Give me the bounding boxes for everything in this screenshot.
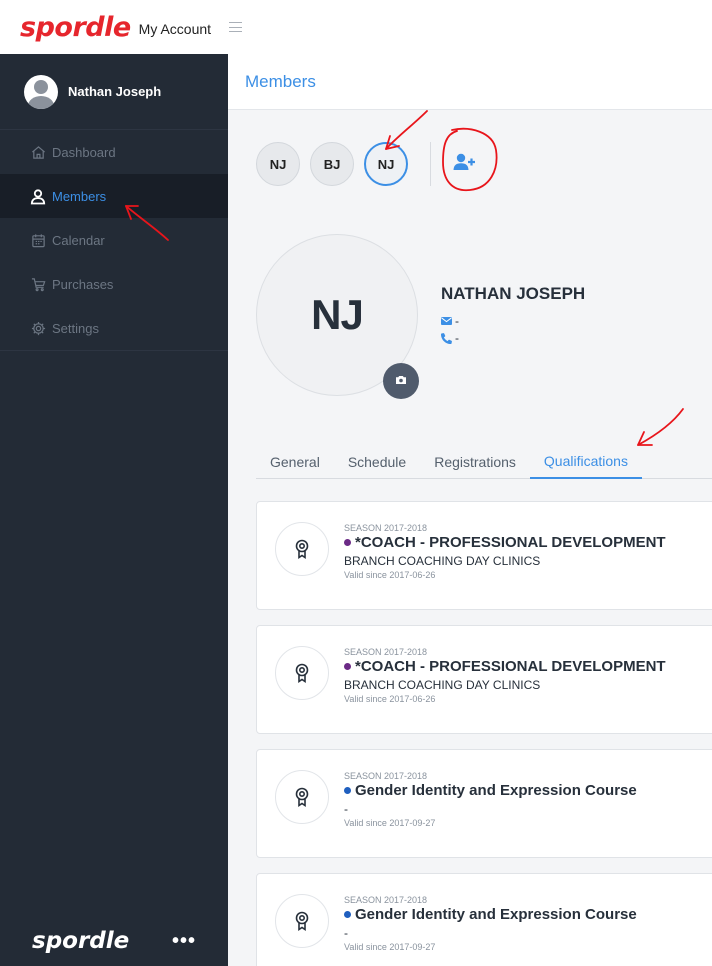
profile-email-value: -: [455, 314, 459, 328]
sidebar-user-name: Nathan Joseph: [68, 84, 162, 99]
sidebar-item-dashboard[interactable]: Dashboard: [0, 130, 228, 174]
more-options-icon[interactable]: •••: [172, 931, 196, 951]
qualification-details: SEASON 2017-2018 *COACH - PROFESSIONAL D…: [344, 523, 666, 580]
camera-icon: [395, 372, 407, 390]
category-dot: [344, 911, 351, 918]
add-member-button[interactable]: [443, 142, 487, 186]
qualification-card[interactable]: SEASON 2017-2018 *COACH - PROFESSIONAL D…: [256, 625, 712, 734]
sidebar-footer: spordle •••: [0, 916, 228, 966]
cart-icon: [30, 276, 46, 292]
home-icon: [30, 144, 46, 160]
qualification-details: SEASON 2017-2018 *COACH - PROFESSIONAL D…: [344, 647, 666, 704]
profile-initials: NJ: [311, 291, 364, 338]
award-icon: [275, 894, 329, 948]
category-dot: [344, 787, 351, 794]
qualification-season: SEASON 2017-2018: [344, 647, 428, 657]
sidebar-user-card[interactable]: Nathan Joseph: [0, 54, 228, 130]
qualification-title: Gender Identity and Expression Course: [344, 906, 637, 923]
app-title: My Account: [138, 20, 212, 37]
qualification-card[interactable]: SEASON 2017-2018 Gender Identity and Exp…: [256, 873, 712, 966]
user-icon: [30, 188, 46, 204]
category-dot: [344, 539, 351, 546]
award-icon: [275, 522, 329, 576]
category-dot: [344, 663, 351, 670]
qualifications-list: SEASON 2017-2018 *COACH - PROFESSIONAL D…: [256, 501, 712, 966]
member-switcher: NJ BJ NJ: [256, 142, 487, 186]
qualification-season: SEASON 2017-2018: [344, 895, 428, 905]
qualification-subtitle: BRANCH COACHING DAY CLINICS: [344, 554, 541, 568]
hamburger-menu-icon[interactable]: [229, 22, 243, 32]
tab-registrations[interactable]: Registrations: [420, 444, 530, 479]
avatar: [24, 74, 58, 109]
spordle-logo[interactable]: spordle: [20, 12, 131, 43]
qualification-valid-since: Valid since 2017-06-26: [344, 570, 436, 580]
profile-name: NATHAN JOSEPH: [441, 284, 586, 303]
gear-icon: [30, 320, 46, 336]
sidebar: Nathan Joseph Dashboard Members Calendar…: [0, 54, 228, 966]
sidebar-nav: Dashboard Members Calendar Purchases Set…: [0, 130, 228, 351]
profile-phone: -: [441, 331, 459, 345]
change-photo-button[interactable]: [383, 363, 419, 399]
tab-qualifications[interactable]: Qualifications: [529, 444, 642, 479]
qualification-details: SEASON 2017-2018 Gender Identity and Exp…: [344, 895, 637, 952]
page-title: Members: [245, 71, 316, 91]
profile-tabs: General Schedule Registrations Qualifica…: [256, 444, 712, 479]
qualification-card[interactable]: SEASON 2017-2018 *COACH - PROFESSIONAL D…: [256, 501, 712, 610]
qualification-valid-since: Valid since 2017-09-27: [344, 942, 436, 952]
sidebar-item-label: Members: [52, 188, 107, 204]
divider: [0, 350, 228, 351]
qualification-title: Gender Identity and Expression Course: [344, 782, 637, 799]
main-content: Members NJ BJ NJ NJ NATHAN JOSEPH - - Ge…: [228, 54, 712, 966]
sidebar-item-calendar[interactable]: Calendar: [0, 218, 228, 262]
award-icon: [275, 770, 329, 824]
profile-email: -: [441, 314, 459, 328]
tab-schedule[interactable]: Schedule: [334, 444, 420, 479]
qualification-valid-since: Valid since 2017-09-27: [344, 818, 436, 828]
sidebar-item-label: Dashboard: [52, 144, 116, 160]
qualification-valid-since: Valid since 2017-06-26: [344, 694, 436, 704]
sidebar-item-settings[interactable]: Settings: [0, 306, 228, 350]
qualification-season: SEASON 2017-2018: [344, 771, 428, 781]
member-chip[interactable]: NJ: [256, 142, 300, 186]
calendar-icon: [30, 232, 46, 248]
qualification-title: *COACH - PROFESSIONAL DEVELOPMENT: [344, 658, 666, 675]
qualification-title-text: *COACH - PROFESSIONAL DEVELOPMENT: [355, 534, 666, 551]
qualification-subtitle: -: [344, 926, 348, 940]
qualification-subtitle: -: [344, 802, 348, 816]
tab-general[interactable]: General: [256, 444, 334, 479]
sidebar-item-label: Purchases: [52, 276, 114, 292]
award-icon: [275, 646, 329, 700]
qualification-title: *COACH - PROFESSIONAL DEVELOPMENT: [344, 534, 666, 551]
qualification-card[interactable]: SEASON 2017-2018 Gender Identity and Exp…: [256, 749, 712, 858]
qualification-details: SEASON 2017-2018 Gender Identity and Exp…: [344, 771, 637, 828]
qualification-title-text: *COACH - PROFESSIONAL DEVELOPMENT: [355, 658, 666, 675]
page-header: Members: [228, 54, 712, 110]
phone-icon: [441, 332, 455, 344]
member-chip[interactable]: BJ: [310, 142, 354, 186]
qualification-season: SEASON 2017-2018: [344, 523, 428, 533]
sidebar-item-label: Calendar: [52, 232, 105, 248]
add-user-icon: [452, 152, 478, 177]
qualification-subtitle: BRANCH COACHING DAY CLINICS: [344, 678, 541, 692]
envelope-icon: [441, 317, 455, 325]
sidebar-item-members[interactable]: Members: [0, 174, 228, 218]
profile-phone-value: -: [455, 331, 459, 345]
qualification-title-text: Gender Identity and Expression Course: [355, 906, 637, 923]
sidebar-item-label: Settings: [52, 320, 99, 336]
member-chip-selected[interactable]: NJ: [364, 142, 408, 186]
footer-spordle-logo: spordle: [32, 928, 130, 954]
top-bar: spordle My Account: [0, 0, 712, 54]
sidebar-item-purchases[interactable]: Purchases: [0, 262, 228, 306]
qualification-title-text: Gender Identity and Expression Course: [355, 782, 637, 799]
divider: [430, 142, 431, 186]
